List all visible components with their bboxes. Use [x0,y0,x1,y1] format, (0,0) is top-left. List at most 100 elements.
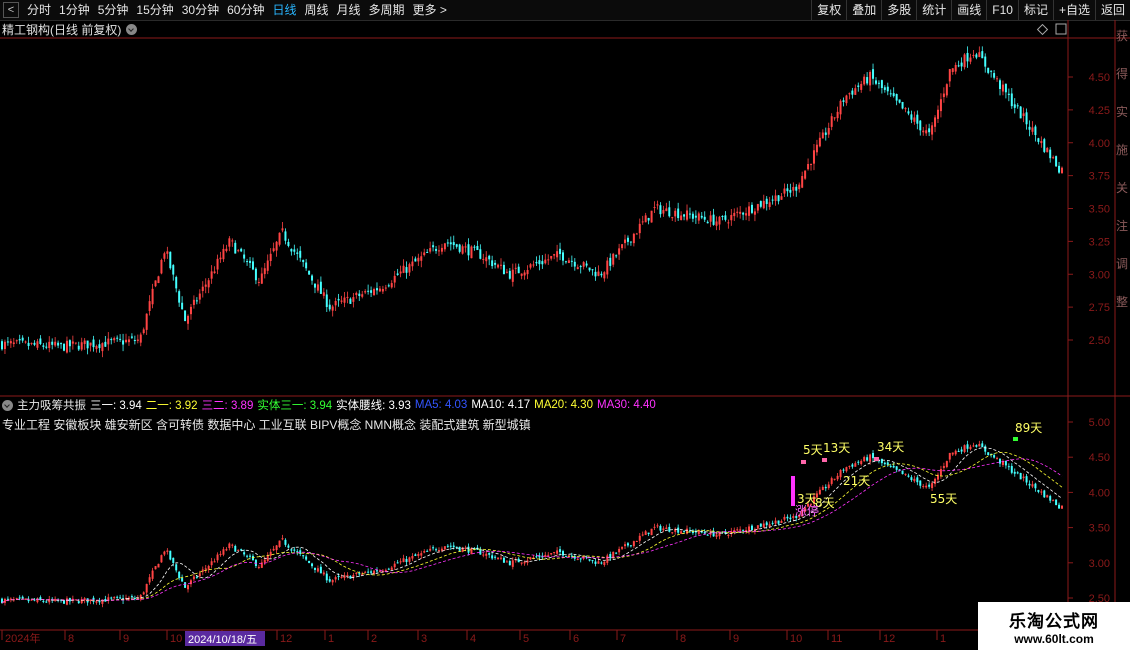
ind-candle [328,579,331,582]
price-axis-label: 2.50 [1089,335,1110,347]
ind-candle [491,555,494,559]
indicator-annotation: 13天 [823,441,850,455]
price-axis-label: 4.00 [1089,138,1110,150]
main-candle [476,245,479,251]
main-candle [889,93,892,95]
ind-candle [727,535,730,537]
main-candle [405,267,408,273]
main-candle [299,250,302,258]
main-candle [677,208,680,219]
chevron-down-icon[interactable] [2,399,13,411]
main-candle [1046,147,1049,153]
main-candle [458,244,461,252]
date-label: 1 [940,633,946,645]
main-candle [780,196,783,200]
ind-candle [839,469,842,478]
main-candle [662,210,665,214]
main-candle [866,77,869,84]
ind-candle [142,592,145,595]
ind-candle [768,524,771,527]
ind-candle [833,478,836,480]
main-candle [311,275,314,281]
main-candle [249,260,252,263]
date-label: 8 [680,633,686,645]
ind-candle [591,560,594,562]
ind-candle [429,548,432,551]
ind-candle [6,598,9,600]
ind-candle [219,553,222,555]
main-candle [650,210,653,223]
main-candle [139,334,142,343]
indicator-header: 主力吸筹共振 三一: 3.94 二一: 3.92 三二: 3.89 实体三一: 3.9… [2,397,660,413]
ind-candle [302,555,305,557]
main-candle [184,310,187,322]
ind-candle [313,567,316,570]
main-candle [624,239,627,244]
ind-candle [249,555,252,557]
date-label: 9 [123,633,129,645]
ind-candle [414,554,417,556]
main-candle [768,202,771,208]
main-candle [786,188,789,192]
ind-candle [836,475,839,480]
main-candle [1019,106,1022,119]
main-candle [877,82,880,84]
ind-candle [626,543,629,546]
main-candle [721,216,724,218]
ind-candle [290,549,293,551]
ind-candle [163,551,166,555]
main-candle [113,338,116,341]
main-candle [756,204,759,211]
main-candle [792,186,795,191]
main-candle [51,341,54,345]
main-candle [978,52,981,57]
main-candle [15,340,18,342]
main-candle [742,212,745,215]
ind-candle [166,550,169,552]
ind-candle [319,566,322,574]
ind-candle [966,444,969,449]
main-candle [812,150,815,164]
ind-candle [892,465,895,468]
ind-candle [564,555,567,557]
ind-candle [405,558,408,563]
ind-candle [1058,504,1061,509]
ind-candle [181,578,184,582]
ind-candle [668,526,671,532]
ind-candle [854,463,857,467]
main-candle [63,344,66,351]
main-candle [420,256,423,261]
ind-candle [942,466,945,468]
indicator-value-2: 三二: 3.89 [201,400,254,412]
ind-candle [656,525,659,527]
ind-candle [1007,466,1010,468]
main-candle [464,246,467,248]
price-axis-label: 3.75 [1089,171,1110,183]
ind-candle [1013,471,1016,474]
main-candle [954,64,957,72]
ind-candle [222,549,225,555]
main-candle [668,207,671,217]
ind-candle [547,554,550,556]
main-candle [1052,157,1055,159]
main-candle [1028,126,1031,130]
main-candle [346,296,349,298]
kline-chart[interactable]: 4.50 4.25 4.00 3.75 3.50 3.25 3.00 2.75 2.50 5.00… [0,0,1130,650]
main-candle [709,215,712,222]
main-candle [95,346,98,349]
main-candle [181,302,184,310]
main-candle [609,257,612,266]
ind-candle [172,557,175,563]
limit-up-bar [791,476,795,506]
ind-candle [824,486,827,489]
ind-candle [184,582,187,588]
ind-candle [499,557,502,559]
ind-candle [517,558,520,563]
main-candle [488,255,491,260]
ind-candle [1037,489,1040,492]
ind-candle [432,547,435,549]
ind-candle [742,529,745,531]
indicator-annotation: 涨停 [795,503,819,518]
date-label: 10 [170,633,182,645]
watermark-title: 乐淘公式网 [1009,612,1099,631]
